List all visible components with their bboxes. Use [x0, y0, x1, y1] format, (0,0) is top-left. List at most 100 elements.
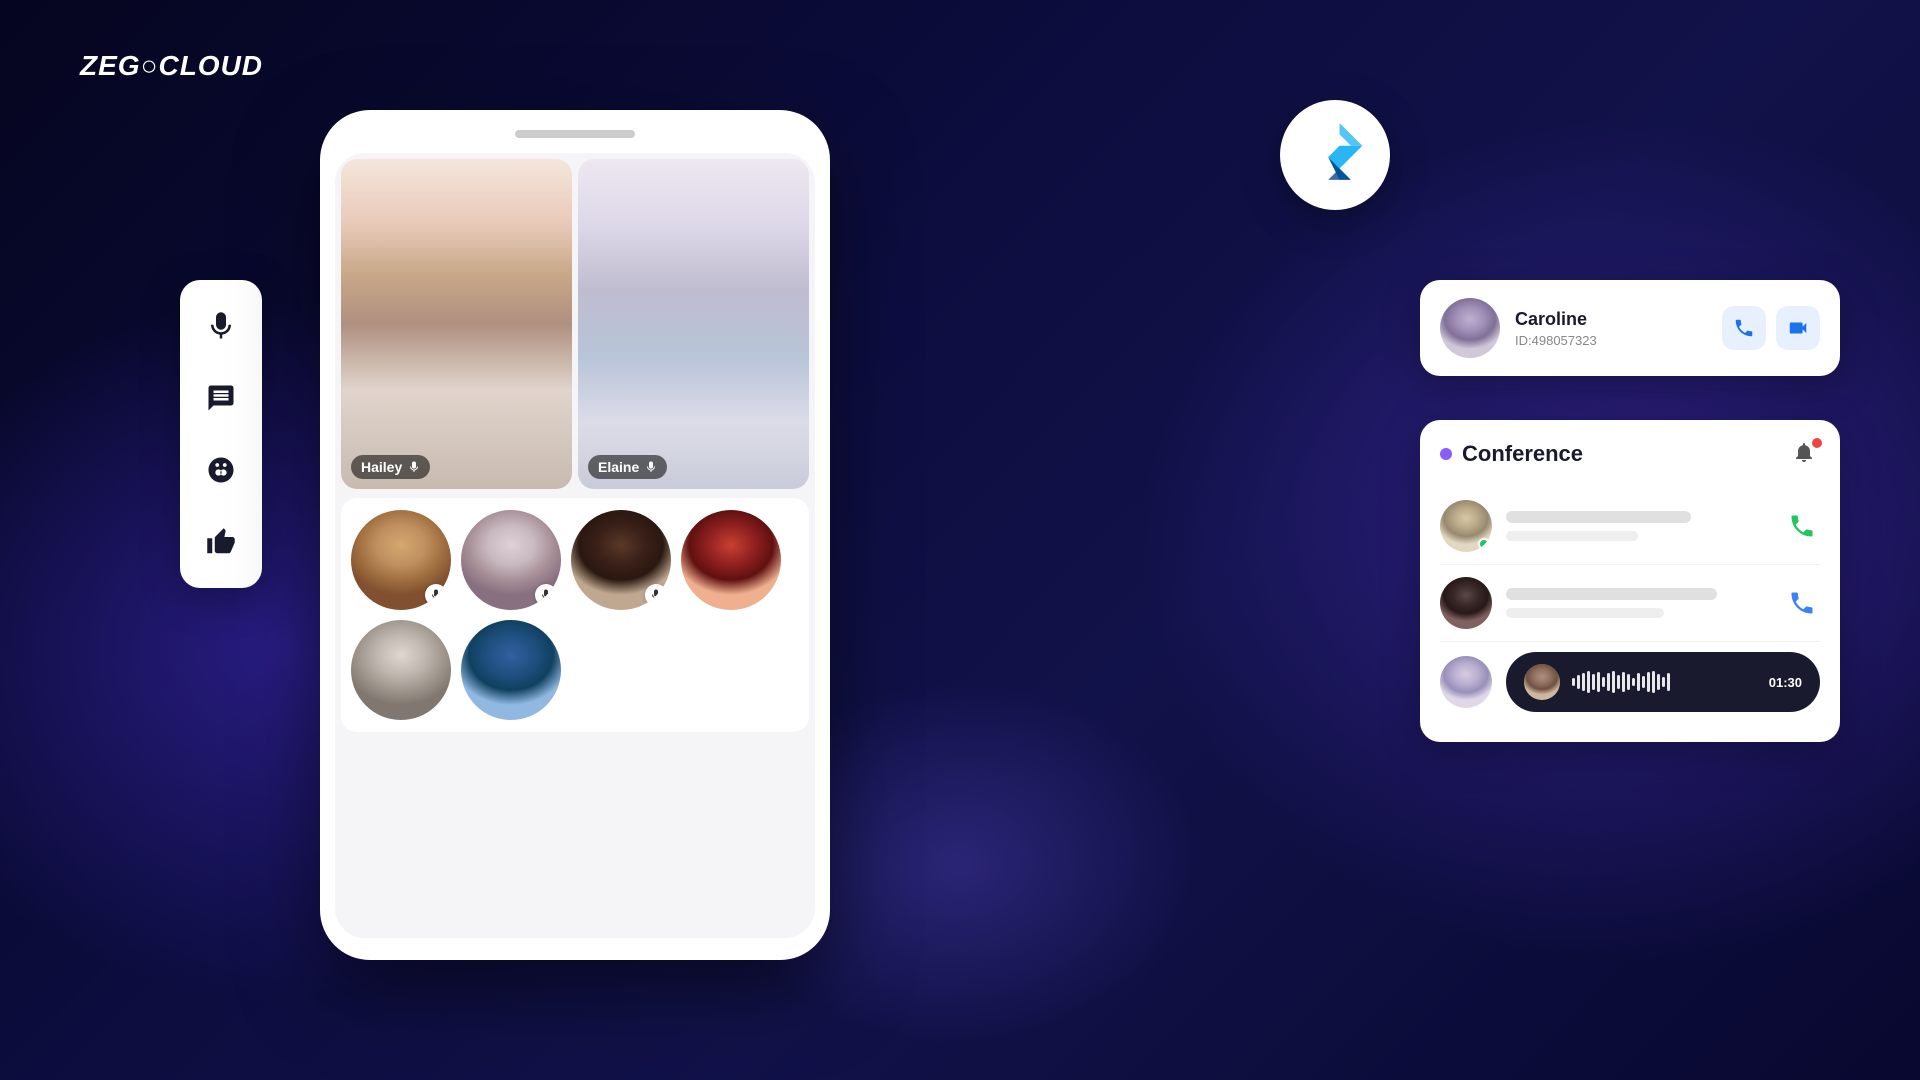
- purple-dot: [1440, 448, 1452, 460]
- conference-title-row: Conference: [1440, 441, 1583, 467]
- participant-2-mic: [535, 584, 557, 606]
- mic-icon-p1: [430, 589, 442, 601]
- participant-2: [461, 510, 561, 610]
- wave-bar: [1637, 673, 1640, 691]
- wave-bar: [1652, 671, 1655, 693]
- wave-bar: [1597, 672, 1600, 692]
- elaine-video: [578, 159, 809, 489]
- thumbs-up-button[interactable]: [195, 516, 247, 568]
- sidebar-icons-panel: [180, 280, 262, 588]
- voice-duration: 01:30: [1769, 675, 1802, 690]
- contact-face: [1440, 298, 1500, 358]
- video-call-button[interactable]: [1776, 306, 1820, 350]
- chat-icon: [206, 383, 236, 413]
- voice-call-button[interactable]: [1722, 306, 1766, 350]
- wave-bar: [1627, 674, 1630, 690]
- flutter-logo-circle: [1280, 100, 1390, 210]
- conf-avatar-2: [1440, 577, 1492, 629]
- phone-notch: [515, 130, 635, 138]
- participant-4: [681, 510, 781, 610]
- voice-play-button[interactable]: [1524, 664, 1560, 700]
- logo-text: ZEG○CLOUD: [80, 50, 263, 82]
- conference-title: Conference: [1462, 441, 1583, 467]
- wave-bar: [1592, 674, 1595, 690]
- bell-notification-badge: [1812, 438, 1822, 448]
- active-call-icon: [1788, 512, 1816, 540]
- participant-3: [571, 510, 671, 610]
- conf-call-missed-2[interactable]: [1784, 585, 1820, 621]
- mic-button[interactable]: [195, 300, 247, 352]
- contact-id-label: ID:: [1515, 333, 1532, 348]
- conf-avatar-1: [1440, 500, 1492, 552]
- wave-bar: [1572, 678, 1575, 686]
- waveform: [1572, 670, 1757, 694]
- mic-icon-p3: [650, 589, 662, 601]
- wave-bar: [1617, 675, 1620, 689]
- elaine-name: Elaine: [598, 459, 639, 475]
- wave-bar: [1587, 671, 1590, 693]
- participant-3-mic: [645, 584, 667, 606]
- conference-voice-message: 01:30: [1440, 642, 1820, 722]
- conf-name-bar-2: [1506, 588, 1717, 600]
- contact-id: ID:498057323: [1515, 333, 1707, 348]
- conference-item-2: [1440, 565, 1820, 642]
- video-cell-hailey: Hailey: [341, 159, 572, 489]
- conf-info-1: [1506, 511, 1770, 541]
- emoji-icon: [206, 455, 236, 485]
- wave-bar: [1657, 674, 1660, 690]
- phone-mockup: Hailey Elaine: [320, 110, 830, 960]
- conf-avatar-3: [1440, 656, 1492, 708]
- conference-panel: Conference: [1420, 420, 1840, 742]
- wave-bar: [1577, 675, 1580, 689]
- contact-card: Caroline ID:498057323: [1420, 280, 1840, 376]
- video-icon: [1787, 317, 1809, 339]
- phone-content: Hailey Elaine: [335, 153, 815, 938]
- contact-info: Caroline ID:498057323: [1515, 309, 1707, 348]
- voice-bubble: 01:30: [1506, 652, 1820, 712]
- participant-5-face: [351, 620, 451, 720]
- video-grid-top: Hailey Elaine: [335, 153, 815, 492]
- hailey-name-badge: Hailey: [351, 455, 430, 479]
- conf-call-active-1[interactable]: [1784, 508, 1820, 544]
- wave-bar: [1607, 673, 1610, 691]
- participant-6-face: [461, 620, 561, 720]
- video-cell-elaine: Elaine: [578, 159, 809, 489]
- wave-bar: [1582, 673, 1585, 691]
- wave-bar: [1612, 671, 1615, 693]
- participant-1: [351, 510, 451, 610]
- conf-sub-bar-1: [1506, 531, 1638, 541]
- wave-bar: [1662, 677, 1665, 687]
- wave-bar: [1632, 678, 1635, 686]
- participant-grid: [341, 498, 809, 732]
- contact-name: Caroline: [1515, 309, 1707, 330]
- wave-bar: [1602, 677, 1605, 687]
- hailey-mic-icon: [408, 461, 420, 473]
- conf-face-3: [1440, 656, 1492, 708]
- contact-id-value: 498057323: [1532, 333, 1597, 348]
- flutter-logo-svg: [1303, 123, 1368, 188]
- chat-button[interactable]: [195, 372, 247, 424]
- emoji-button[interactable]: [195, 444, 247, 496]
- hailey-video: [341, 159, 572, 489]
- wave-bar: [1622, 672, 1625, 692]
- conf-face-2: [1440, 577, 1492, 629]
- participant-6: [461, 620, 561, 720]
- wave-bar: [1667, 673, 1670, 691]
- bell-button[interactable]: [1792, 440, 1820, 468]
- elaine-name-badge: Elaine: [588, 455, 667, 479]
- voice-play-face: [1524, 664, 1560, 700]
- conference-header: Conference: [1440, 440, 1820, 468]
- hailey-name: Hailey: [361, 459, 402, 475]
- thumbs-up-icon: [206, 527, 236, 557]
- wave-bar: [1642, 676, 1645, 688]
- wave-bar: [1647, 672, 1650, 692]
- contact-actions: [1722, 306, 1820, 350]
- elaine-mic-icon: [645, 461, 657, 473]
- participant-4-face: [681, 510, 781, 610]
- conf-name-bar-1: [1506, 511, 1691, 523]
- phone-call-icon: [1733, 317, 1755, 339]
- online-indicator-1: [1478, 538, 1490, 550]
- participant-5: [351, 620, 451, 720]
- participant-1-mic: [425, 584, 447, 606]
- conf-info-2: [1506, 588, 1770, 618]
